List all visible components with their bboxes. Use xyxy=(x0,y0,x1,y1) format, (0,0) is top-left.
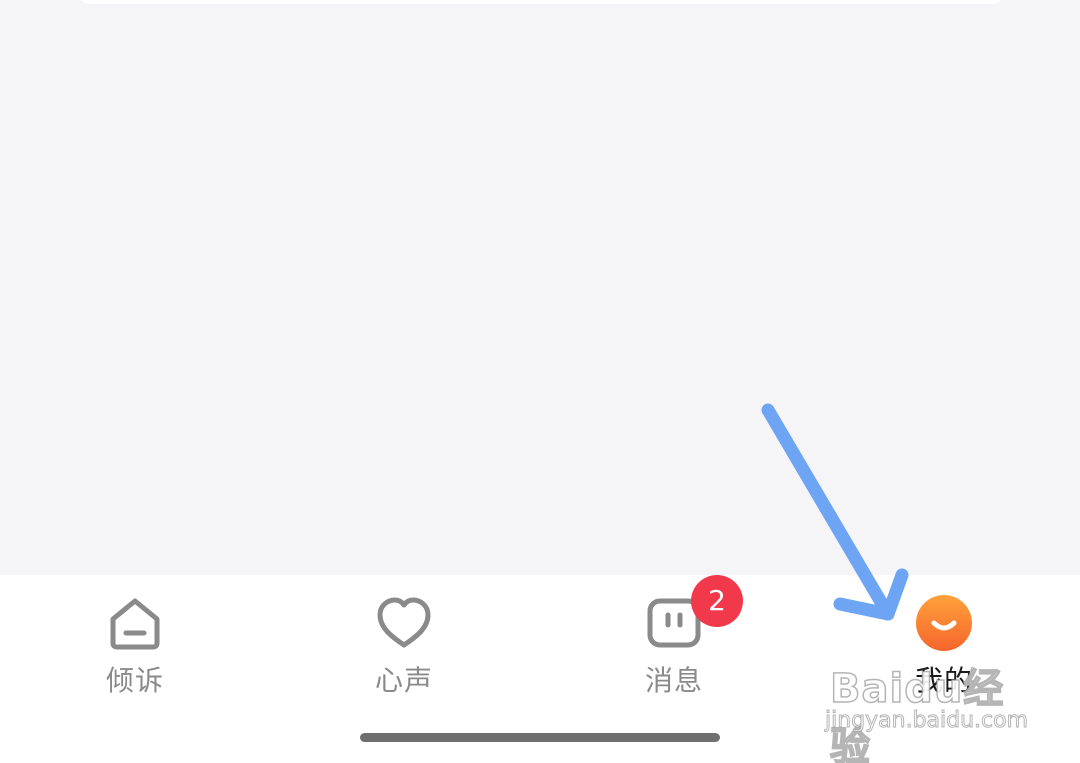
tab-messages[interactable]: 2 消息 xyxy=(604,575,744,703)
content-card xyxy=(78,0,1004,4)
home-indicator[interactable] xyxy=(360,733,720,742)
tab-label: 倾诉 xyxy=(105,664,164,697)
app-screen: 倾诉 心声 2 消息 我的 Baidu经验 jingyan.baidu.com xyxy=(0,0,1080,763)
tab-label: 心声 xyxy=(374,664,433,697)
tab-pour-out[interactable]: 倾诉 xyxy=(65,593,205,703)
home-icon xyxy=(110,598,160,650)
unread-badge: 2 xyxy=(691,575,743,627)
profile-smile-icon xyxy=(916,595,972,651)
tab-mine[interactable]: 我的 xyxy=(874,593,1014,703)
content-area xyxy=(0,0,1080,575)
tab-label: 消息 xyxy=(644,664,703,697)
tab-label: 我的 xyxy=(914,664,973,697)
tab-voices[interactable]: 心声 xyxy=(334,593,474,703)
heart-icon xyxy=(377,597,431,648)
